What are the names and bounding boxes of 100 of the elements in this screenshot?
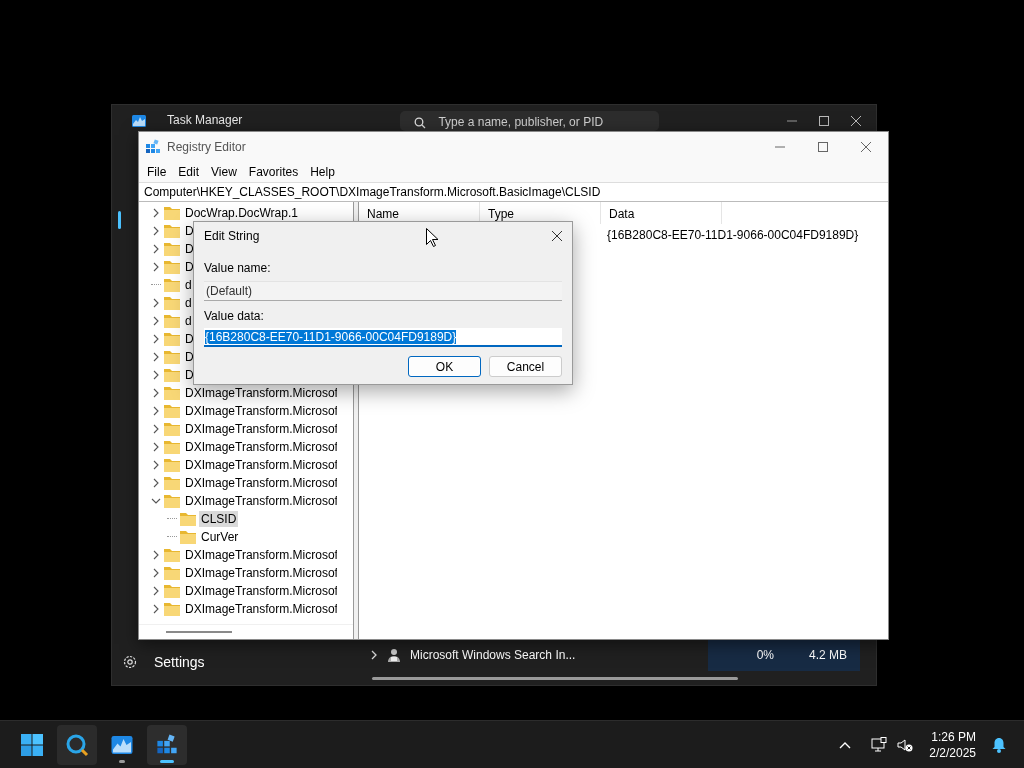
chevron-right-icon[interactable] [151, 352, 161, 362]
folder-icon [164, 494, 180, 508]
menu-item[interactable]: Favorites [242, 164, 305, 179]
tree-item[interactable]: CurVer [199, 529, 241, 545]
tree-item[interactable]: DXImageTransform.Microsof [183, 601, 337, 617]
tree-item[interactable]: d [183, 277, 194, 293]
tree-item[interactable]: DXImageTransform.Microsof [183, 583, 337, 599]
tree-item[interactable]: DXImageTransform.Microsof [183, 385, 337, 401]
menu-item[interactable]: View [205, 164, 243, 179]
folder-icon [164, 584, 180, 598]
tree-item[interactable]: D [183, 223, 196, 239]
chevron-right-icon[interactable] [151, 442, 161, 452]
tree-item[interactable]: DXImageTransform.Microsof [183, 493, 337, 509]
value-name-field: (Default) [204, 281, 562, 301]
tree-item[interactable]: D [183, 259, 196, 275]
search-field[interactable]: Type a name, publisher, or PID [400, 111, 660, 131]
tree-item[interactable]: DXImageTransform.Microsof [183, 475, 337, 491]
chevron-right-icon[interactable] [151, 244, 161, 254]
bell-icon[interactable] [992, 736, 1006, 753]
chevron-right-icon[interactable] [151, 334, 161, 344]
tree-item[interactable]: D [183, 367, 196, 383]
memory-cell: 4.2 MB [782, 639, 860, 671]
volume-muted-icon[interactable] [897, 736, 914, 753]
folder-icon [164, 260, 180, 274]
tree-item[interactable]: DocWrap.DocWrap.1 [183, 205, 300, 221]
maximize-button[interactable] [817, 140, 829, 153]
clock-date[interactable]: 2/2/2025 [929, 744, 976, 761]
chevron-right-icon[interactable] [151, 478, 161, 488]
table-cell: {16B280C8-EE70-11D1-9066-00C04FD9189D} [607, 228, 859, 242]
chevron-right-icon[interactable] [151, 226, 161, 236]
menu-item[interactable]: File [141, 164, 173, 179]
menu-item[interactable]: Help [304, 164, 341, 179]
folder-icon [180, 512, 196, 526]
tree-item[interactable]: D [183, 331, 196, 347]
chevron-up-icon[interactable] [839, 740, 852, 749]
chevron-right-icon[interactable] [151, 460, 161, 470]
user-icon [386, 647, 402, 663]
settings-nav-item[interactable]: Settings [112, 647, 360, 677]
registry-icon[interactable] [156, 733, 178, 756]
tree-item[interactable]: d [183, 295, 194, 311]
settings-icon [122, 654, 138, 670]
process-name: Microsoft Windows Search In... [410, 648, 576, 662]
chevron-right-icon[interactable] [151, 586, 161, 596]
chevron-right-icon[interactable] [370, 650, 378, 660]
chevron-right-icon[interactable] [151, 406, 161, 416]
menu-item[interactable]: Edit [172, 164, 206, 179]
value-data-field[interactable]: {16B280C8-EE70-11D1-9066-00C04FD9189D} [204, 328, 562, 347]
window-title: Task Manager [167, 113, 243, 127]
tree-item[interactable]: DXImageTransform.Microsof [183, 457, 337, 473]
chevron-right-icon[interactable] [151, 208, 161, 218]
search-icon [414, 117, 427, 129]
tree-item[interactable]: d [183, 313, 194, 329]
folder-icon [164, 386, 180, 400]
tree-item[interactable]: DXImageTransform.Microsof [183, 421, 337, 437]
clock-time[interactable]: 1:26 PM [931, 728, 976, 745]
close-button[interactable] [551, 230, 563, 242]
folder-icon [164, 296, 180, 310]
tree-item[interactable]: D [183, 349, 196, 365]
scrollbar-thumb[interactable] [166, 631, 232, 633]
field-label: Value data: [204, 309, 265, 325]
column-header[interactable]: Data [601, 202, 722, 224]
process-row[interactable]: Microsoft Windows Search In... 0% 4.2 MB [360, 639, 876, 671]
nav-indicator [118, 211, 121, 229]
folder-icon [164, 440, 180, 454]
tree-item[interactable]: DXImageTransform.Microsof [183, 565, 337, 581]
tree-item[interactable]: D [183, 241, 196, 257]
tree-item[interactable]: DXImageTransform.Microsof [183, 403, 337, 419]
folder-icon [164, 332, 180, 346]
chevron-right-icon[interactable] [151, 298, 161, 308]
scrollbar-thumb[interactable] [372, 677, 738, 680]
tree-item[interactable]: DXImageTransform.Microsof [183, 439, 337, 455]
chevron-right-icon[interactable] [151, 568, 161, 578]
folder-icon [164, 566, 180, 580]
ok-button[interactable]: OK [408, 356, 481, 377]
tree-item[interactable]: CLSID [199, 511, 239, 527]
network-icon[interactable] [871, 736, 888, 753]
close-button[interactable] [850, 115, 862, 127]
folder-icon [164, 368, 180, 382]
chevron-down-icon[interactable] [151, 496, 161, 506]
tree-item[interactable]: DXImageTransform.Microsof [183, 547, 337, 563]
close-button[interactable] [860, 140, 872, 153]
window-title: Registry Editor [167, 139, 246, 154]
folder-icon [164, 476, 180, 490]
chevron-right-icon[interactable] [151, 388, 161, 398]
chevron-right-icon[interactable] [151, 262, 161, 272]
folder-icon [164, 224, 180, 238]
maximize-button[interactable] [818, 115, 830, 127]
chevron-right-icon[interactable] [151, 316, 161, 326]
chevron-right-icon[interactable] [151, 604, 161, 614]
chevron-right-icon[interactable] [151, 370, 161, 380]
chevron-right-icon[interactable] [151, 424, 161, 434]
chevron-right-icon[interactable] [151, 550, 161, 560]
folder-icon [164, 242, 180, 256]
field-label: Value name: [204, 261, 272, 277]
cancel-button[interactable]: Cancel [489, 356, 562, 377]
address-bar[interactable]: Computer\HKEY_CLASSES_ROOT\DXImageTransform.Microsoft.BasicImage\CLSID [139, 182, 888, 202]
search-icon[interactable] [65, 732, 89, 757]
folder-icon [164, 350, 180, 364]
windows-logo-icon[interactable] [21, 733, 43, 756]
dialog-title: Edit String [204, 229, 260, 243]
